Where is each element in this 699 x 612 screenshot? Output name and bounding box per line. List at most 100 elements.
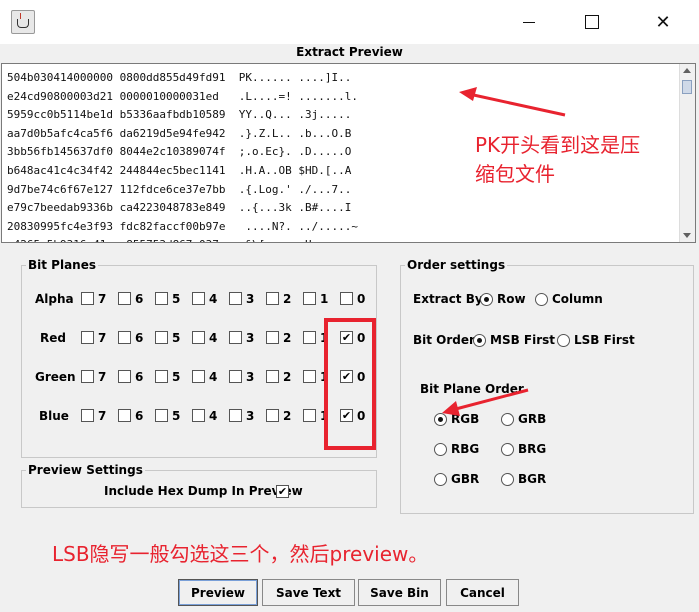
bit-label: 2 xyxy=(283,409,292,423)
preview-button[interactable]: Preview xyxy=(178,579,258,606)
extract-by-row-radio[interactable] xyxy=(480,293,493,306)
plane-order-radio-bgr[interactable] xyxy=(501,473,514,486)
hex-line: 9d7be74c6f67e127 112fdce6ce37e7bb .{.Log… xyxy=(7,182,352,196)
extract-by-column-label: Column xyxy=(552,292,603,306)
bit-label: 3 xyxy=(246,292,255,306)
hex-dump-text: 504b030414000000 0800dd855d49fd91 PK....… xyxy=(7,69,358,242)
bit-checkbox-red-1[interactable] xyxy=(303,331,316,344)
bit-checkbox-red-5[interactable] xyxy=(155,331,168,344)
bit-label: 4 xyxy=(209,370,218,384)
hex-line: e79c7beedab9336b ca4223048783e849 ..{...… xyxy=(7,201,352,215)
bit-label: 2 xyxy=(283,292,292,306)
extract-by-label: Extract By xyxy=(413,292,483,306)
annotation-red-box xyxy=(324,318,376,450)
bit-checkbox-green-7[interactable] xyxy=(81,370,94,383)
bit-plane-row-label: Blue xyxy=(39,409,69,423)
bit-label: 6 xyxy=(135,292,144,306)
bit-checkbox-blue-4[interactable] xyxy=(192,409,205,422)
plane-order-label-brg: BRG xyxy=(518,442,547,456)
bit-label: 6 xyxy=(135,370,144,384)
plane-order-radio-rbg[interactable] xyxy=(434,443,447,456)
bit-plane-row-label: Red xyxy=(40,331,66,345)
bit-label: 7 xyxy=(98,292,107,306)
bit-checkbox-green-3[interactable] xyxy=(229,370,242,383)
scroll-thumb[interactable] xyxy=(682,80,692,94)
bit-planes-legend: Bit Planes xyxy=(28,258,97,272)
bit-label: 2 xyxy=(283,370,292,384)
annotation-bottom-note: LSB隐写一般勾选这三个，然后preview。 xyxy=(52,542,429,566)
minimize-button[interactable] xyxy=(506,0,552,44)
scroll-down-icon[interactable] xyxy=(683,233,691,238)
bit-checkbox-blue-5[interactable] xyxy=(155,409,168,422)
msb-first-radio[interactable] xyxy=(473,334,486,347)
bit-label: 4 xyxy=(209,292,218,306)
bit-checkbox-green-2[interactable] xyxy=(266,370,279,383)
bit-checkbox-blue-1[interactable] xyxy=(303,409,316,422)
bit-checkbox-alpha-6[interactable] xyxy=(118,292,131,305)
extract-by-column-radio[interactable] xyxy=(535,293,548,306)
lsb-first-label: LSB First xyxy=(574,333,635,347)
bit-checkbox-green-1[interactable] xyxy=(303,370,316,383)
save-bin-button[interactable]: Save Bin xyxy=(358,579,441,606)
bit-label: 5 xyxy=(172,409,181,423)
lsb-first-radio[interactable] xyxy=(557,334,570,347)
order-settings-legend: Order settings xyxy=(407,258,506,272)
bit-checkbox-blue-2[interactable] xyxy=(266,409,279,422)
bit-checkbox-red-7[interactable] xyxy=(81,331,94,344)
close-button[interactable]: ✕ xyxy=(640,0,686,44)
plane-order-radio-gbr[interactable] xyxy=(434,473,447,486)
plane-order-label-bgr: BGR xyxy=(518,472,547,486)
cancel-button[interactable]: Cancel xyxy=(446,579,519,606)
bit-checkbox-alpha-2[interactable] xyxy=(266,292,279,305)
hex-line: 504b030414000000 0800dd855d49fd91 PK....… xyxy=(7,71,352,84)
bit-checkbox-green-6[interactable] xyxy=(118,370,131,383)
bit-label: 6 xyxy=(135,331,144,345)
bit-checkbox-alpha-5[interactable] xyxy=(155,292,168,305)
bit-checkbox-red-6[interactable] xyxy=(118,331,131,344)
bit-label: 7 xyxy=(98,331,107,345)
hex-line: b648ac41c4c34f42 244844ec5bec1141 .H.A..… xyxy=(7,163,352,177)
preview-heading: Extract Preview xyxy=(296,45,403,59)
maximize-icon xyxy=(585,15,599,29)
hex-line: a4265c5b9316a41a c855753d867e037e .&\[..… xyxy=(7,236,358,242)
bit-label: 3 xyxy=(246,331,255,345)
bit-checkbox-blue-3[interactable] xyxy=(229,409,242,422)
hex-dump-checkbox[interactable]: ✔ xyxy=(276,485,289,498)
bit-checkbox-red-2[interactable] xyxy=(266,331,279,344)
bit-checkbox-alpha-1[interactable] xyxy=(303,292,316,305)
plane-order-label-rbg: RBG xyxy=(451,442,480,456)
bit-plane-row-label: Alpha xyxy=(35,292,74,306)
bit-label: 7 xyxy=(98,409,107,423)
maximize-button[interactable] xyxy=(569,0,615,44)
title-bar: ✕ xyxy=(0,0,699,44)
bit-checkbox-alpha-0[interactable] xyxy=(340,292,353,305)
plane-order-radio-brg[interactable] xyxy=(501,443,514,456)
bit-checkbox-alpha-3[interactable] xyxy=(229,292,242,305)
bit-checkbox-red-3[interactable] xyxy=(229,331,242,344)
scroll-up-icon[interactable] xyxy=(683,68,691,73)
hex-line: 5959cc0b5114be1d b5336aafbdb10589 YY..Q.… xyxy=(7,108,352,122)
hex-line: 3bb56fb145637df0 8044e2c10389074f ;.o.Ec… xyxy=(7,145,352,159)
annotation-arrow-top xyxy=(459,87,566,117)
hex-line: aa7d0b5afc4ca5f6 da6219d5e94fe942 .}.Z.L… xyxy=(7,126,352,140)
bit-checkbox-green-4[interactable] xyxy=(192,370,205,383)
bit-checkbox-green-5[interactable] xyxy=(155,370,168,383)
preview-settings-legend: Preview Settings xyxy=(28,463,143,477)
bit-label: 3 xyxy=(246,370,255,384)
bit-label: 5 xyxy=(172,370,181,384)
bit-checkbox-red-4[interactable] xyxy=(192,331,205,344)
bit-label: 0 xyxy=(357,292,366,306)
bit-checkbox-alpha-4[interactable] xyxy=(192,292,205,305)
bit-order-label: Bit Order xyxy=(413,333,475,347)
bit-label: 3 xyxy=(246,409,255,423)
annotation-arrow-order xyxy=(442,388,529,416)
java-cup-icon xyxy=(11,10,35,34)
bit-checkbox-blue-7[interactable] xyxy=(81,409,94,422)
msb-first-label: MSB First xyxy=(490,333,556,347)
minimize-icon xyxy=(523,21,535,23)
bit-checkbox-blue-6[interactable] xyxy=(118,409,131,422)
save-text-button[interactable]: Save Text xyxy=(262,579,355,606)
bit-checkbox-alpha-7[interactable] xyxy=(81,292,94,305)
bit-label: 2 xyxy=(283,331,292,345)
vertical-scrollbar[interactable] xyxy=(679,64,695,242)
